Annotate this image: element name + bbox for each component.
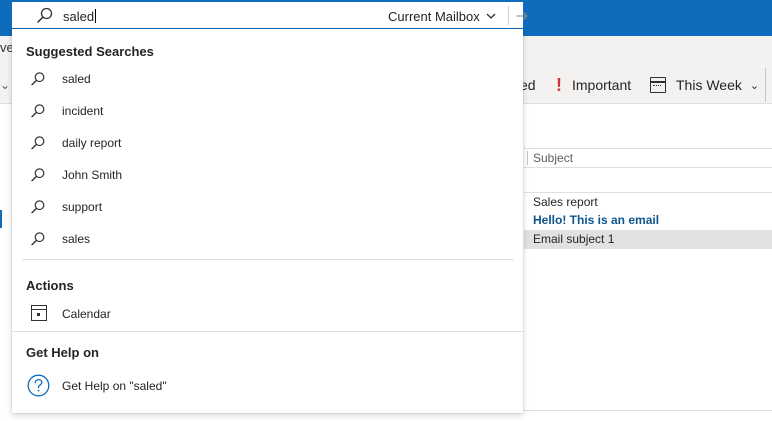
suggestion-label: John Smith [62, 168, 123, 182]
ribbon-divider [765, 68, 766, 102]
message-subject: Hello! This is an email [533, 213, 660, 227]
suggestion-label: saled [62, 72, 91, 86]
search-icon [31, 232, 45, 246]
action-label: Calendar [62, 307, 111, 321]
suggestion-item[interactable]: daily report [12, 127, 523, 159]
section-divider [22, 259, 514, 260]
help-icon [27, 374, 50, 397]
search-divider [508, 6, 509, 25]
message-subject: Email subject 1 [533, 232, 615, 246]
suggestion-label: daily report [62, 136, 122, 150]
filter-important-button[interactable]: ! Important [556, 74, 631, 96]
suggestion-label: support [62, 200, 103, 214]
filter-important-label: Important [572, 77, 632, 93]
message-subject: Sales report [533, 195, 598, 209]
message-row[interactable]: Hello! This is an email [524, 211, 772, 230]
chevron-down-icon: ⌄ [749, 79, 760, 92]
message-row[interactable]: Sales report [524, 192, 772, 211]
section-divider [12, 331, 523, 332]
suggestion-item[interactable]: sales [12, 223, 523, 255]
get-help-item[interactable]: Get Help on "saled" [12, 370, 523, 402]
suggested-searches-heading: Suggested Searches [26, 44, 154, 59]
action-item-calendar[interactable]: Calendar [12, 298, 523, 330]
arrow-right-icon [516, 11, 528, 21]
get-help-heading: Get Help on [26, 345, 99, 360]
search-submit-button[interactable] [512, 6, 532, 26]
get-help-label: Get Help on "saled" [62, 379, 167, 393]
message-row[interactable]: Email subject 1 [524, 230, 772, 249]
search-icon [31, 136, 45, 150]
column-header-label: Subject [533, 151, 574, 165]
text-caret [95, 9, 97, 23]
actions-heading: Actions [26, 278, 74, 293]
suggestion-label: incident [62, 104, 104, 118]
chevron-down-icon [486, 13, 496, 19]
search-icon[interactable] [34, 5, 56, 27]
search-query-text: saled [63, 9, 95, 24]
suggestion-item[interactable]: John Smith [12, 159, 523, 191]
search-icon [31, 168, 45, 182]
column-header-subject[interactable]: Subject [524, 148, 772, 168]
suggestion-label: sales [62, 232, 91, 246]
filter-this-week-label: This Week [676, 77, 742, 93]
suggestion-item[interactable]: saled [12, 63, 523, 95]
folder-selection-indicator [0, 210, 2, 228]
suggestion-item[interactable]: incident [12, 95, 523, 127]
search-suggestions-dropdown: Suggested Searches saled incident daily … [12, 29, 523, 413]
search-icon [31, 104, 45, 118]
search-scope-label: Current Mailbox [388, 8, 480, 24]
ribbon-chevron-icon[interactable]: ⌄ [0, 78, 10, 92]
search-scope-dropdown[interactable]: Current Mailbox [388, 7, 496, 25]
suggestion-item[interactable]: support [12, 191, 523, 223]
calendar-icon [31, 305, 47, 321]
important-icon: ! [556, 74, 562, 95]
calendar-icon [650, 77, 666, 93]
list-divider [524, 410, 772, 411]
search-input[interactable]: saled [63, 9, 97, 24]
search-box[interactable]: saled Current Mailbox [12, 2, 528, 29]
search-icon [31, 72, 45, 86]
filter-this-week-button[interactable]: This Week ⌄ [650, 74, 759, 96]
search-icon [31, 200, 45, 214]
